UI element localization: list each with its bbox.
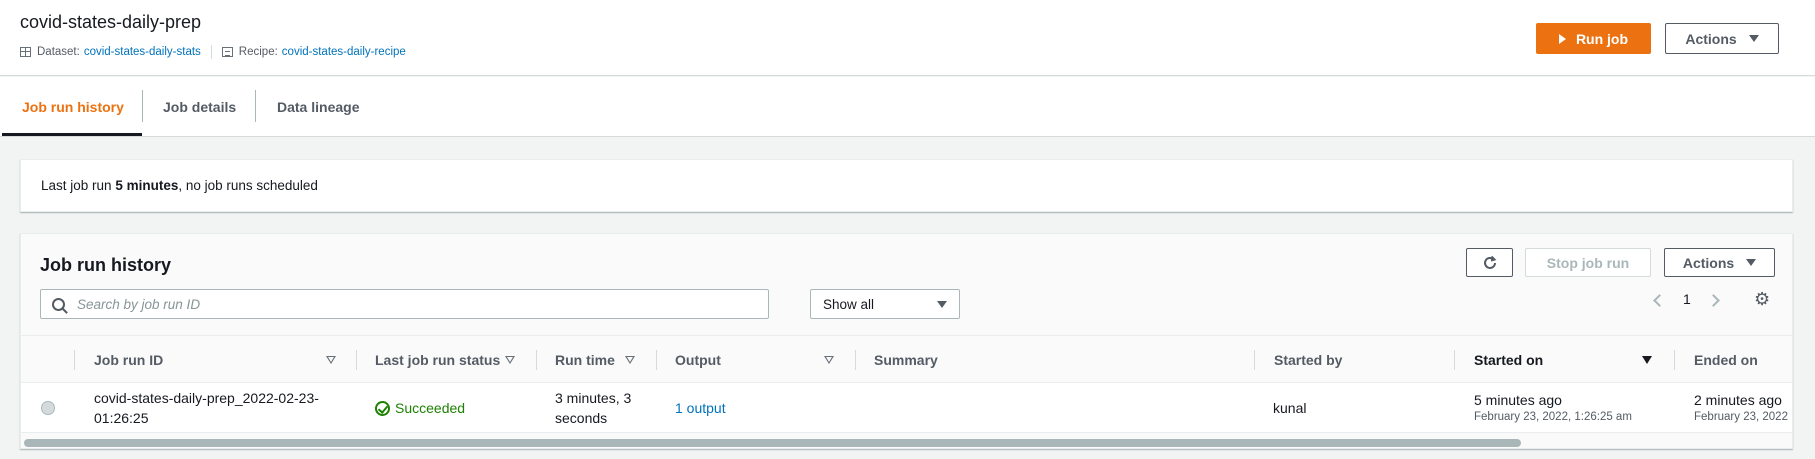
scrollbar-thumb[interactable] (24, 439, 1521, 447)
job-run-id-line1: covid-states-daily-prep_2022-02-23- (94, 390, 319, 406)
tab-divider (255, 90, 256, 122)
started-on-date: February 23, 2022, 1:26:25 am (1474, 411, 1632, 423)
job-page: covid-states-daily-prep Dataset: covid-s… (0, 0, 1815, 459)
stop-job-run-button[interactable]: Stop job run (1525, 248, 1651, 277)
play-icon (1558, 33, 1566, 44)
sort-icon[interactable] (505, 356, 515, 364)
active-tab-indicator (2, 133, 142, 136)
recipe-icon (221, 47, 233, 57)
tab-job-run-history[interactable]: Job run history (22, 77, 124, 137)
tab-bar: Job run history Job details Data lineage (0, 77, 1815, 137)
run-time-line1: 3 minutes, 3 (555, 390, 632, 406)
table-row[interactable]: covid-states-daily-prep_2022-02-23- 01:2… (21, 383, 1792, 433)
panel-title: Job run history (40, 255, 172, 275)
tab-job-details[interactable]: Job details (163, 77, 236, 137)
info-suffix: , no job runs scheduled (178, 178, 318, 193)
page-title: covid-states-daily-prep (20, 12, 202, 32)
refresh-icon (1483, 255, 1496, 269)
started-on-relative: 5 minutes ago (1474, 392, 1562, 408)
last-run-info: Last job run 5 minutes, no job runs sche… (20, 159, 1793, 212)
column-divider (1674, 350, 1675, 370)
status-filter-value: Show all (823, 296, 875, 312)
column-output[interactable]: Output (675, 336, 721, 384)
header-actions-button[interactable]: Actions (1665, 23, 1779, 54)
info-bold: 5 minutes (115, 178, 179, 193)
sort-icon[interactable] (326, 356, 336, 364)
sort-icon[interactable] (625, 356, 635, 364)
search-input[interactable]: Search by job run ID (40, 289, 769, 319)
job-run-id-line2: 01:26:25 (94, 410, 149, 426)
column-divider (1454, 350, 1455, 370)
run-job-button[interactable]: Run job (1536, 23, 1651, 54)
page-number[interactable]: 1 (1683, 291, 1691, 307)
recipe-label: Recipe: (238, 46, 278, 58)
column-job-run-id[interactable]: Job run ID (94, 336, 163, 384)
dataset-label: Dataset: (37, 46, 80, 58)
column-status[interactable]: Last job run status (375, 336, 500, 384)
caret-down-icon (937, 300, 947, 308)
ended-on-cell: 2 minutes ago February 23, 2022 (1694, 390, 1792, 424)
sort-icon[interactable] (824, 356, 834, 364)
run-time-line2: seconds (555, 410, 608, 426)
column-ended-on[interactable]: Ended on (1694, 336, 1758, 384)
caret-down-icon (1748, 35, 1759, 42)
run-job-label: Run job (1575, 30, 1629, 47)
tab-data-lineage[interactable]: Data lineage (277, 77, 359, 137)
column-divider (356, 350, 357, 370)
ended-on-relative: 2 minutes ago (1694, 392, 1782, 408)
history-actions-label: Actions (1682, 254, 1735, 271)
column-divider (74, 350, 75, 370)
job-meta: Dataset: covid-states-daily-stats Recipe… (20, 45, 406, 59)
success-icon (375, 400, 390, 416)
status-text: Succeeded (395, 400, 466, 416)
sort-descending-icon[interactable] (1642, 356, 1652, 364)
refresh-button[interactable] (1466, 248, 1513, 277)
output-link[interactable]: 1 output (675, 398, 726, 418)
status-cell: Succeeded (375, 398, 465, 418)
ended-on-date: February 23, 2022 (1694, 411, 1788, 423)
horizontal-scrollbar[interactable] (21, 435, 1792, 448)
column-run-time[interactable]: Run time (555, 336, 615, 384)
column-started-on[interactable]: Started on (1474, 336, 1543, 384)
job-run-history-panel: Job run history Stop job run Actions Sea… (20, 233, 1793, 449)
dataset-icon (20, 47, 31, 57)
table-header: Job run ID Last job run status Run time … (21, 335, 1792, 384)
column-divider (656, 350, 657, 370)
started-on-cell: 5 minutes ago February 23, 2022, 1:26:25… (1474, 390, 1632, 424)
chevron-left-icon[interactable] (1653, 294, 1666, 307)
info-prefix: Last job run (41, 178, 112, 193)
status-filter-select[interactable]: Show all (810, 289, 960, 319)
caret-down-icon (1746, 259, 1757, 266)
search-placeholder: Search by job run ID (77, 296, 201, 312)
gear-icon[interactable]: ⚙ (1754, 289, 1770, 310)
job-run-id-cell: covid-states-daily-prep_2022-02-23- 01:2… (94, 388, 319, 428)
column-divider (1254, 350, 1255, 370)
row-select-radio[interactable] (41, 401, 55, 415)
column-summary[interactable]: Summary (874, 336, 938, 384)
history-actions-button[interactable]: Actions (1664, 248, 1775, 277)
column-started-by[interactable]: Started by (1274, 336, 1342, 384)
dataset-link[interactable]: covid-states-daily-stats (84, 46, 201, 58)
started-by-cell: kunal (1273, 400, 1307, 416)
chevron-right-icon[interactable] (1707, 294, 1720, 307)
column-divider (855, 350, 856, 370)
column-divider (536, 350, 537, 370)
meta-divider (210, 45, 212, 59)
header-actions-label: Actions (1685, 30, 1737, 47)
page-header: covid-states-daily-prep Dataset: covid-s… (0, 0, 1815, 76)
search-icon (52, 297, 65, 311)
run-time-cell: 3 minutes, 3 seconds (555, 388, 631, 428)
tab-divider (142, 90, 143, 122)
recipe-link[interactable]: covid-states-daily-recipe (282, 46, 406, 58)
